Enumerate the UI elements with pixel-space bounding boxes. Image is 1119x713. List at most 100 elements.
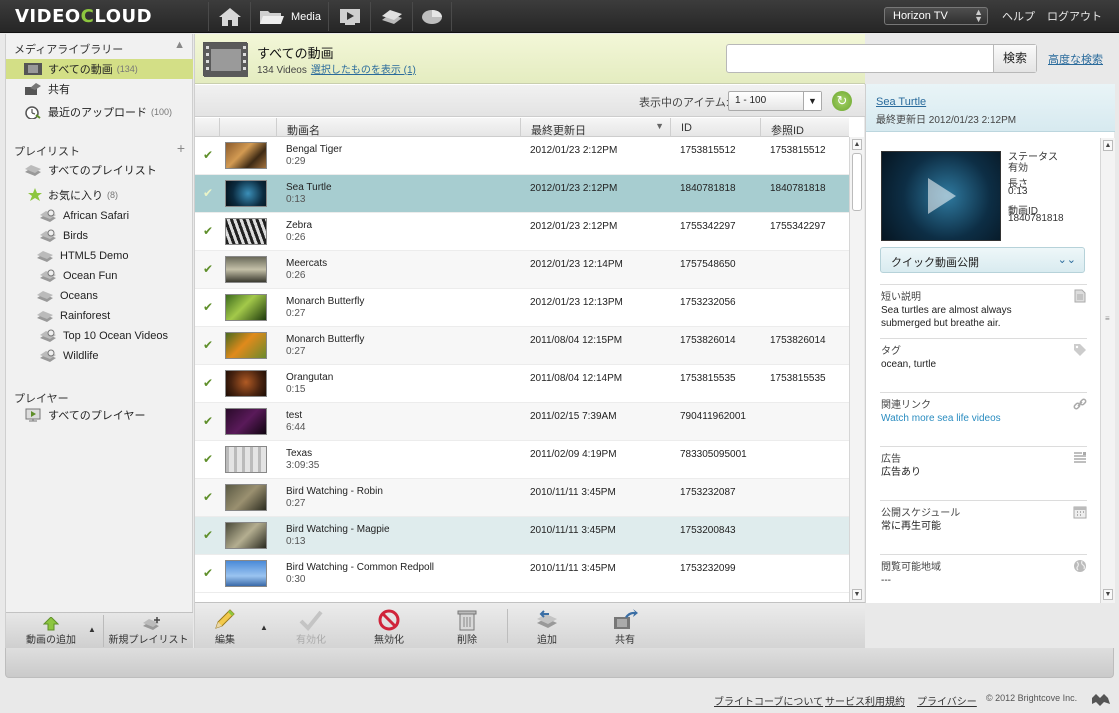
sidebar-item-playlist[interactable]: Wildlife	[6, 346, 193, 366]
add-video-button[interactable]: 動画の追加	[6, 615, 96, 647]
players-button[interactable]	[328, 2, 370, 31]
advanced-search-link[interactable]: 高度な検索	[1048, 51, 1103, 67]
sidebar-item-all-videos[interactable]: すべての動画 (134)	[6, 59, 193, 79]
detail-video-thumbnail[interactable]	[881, 151, 1001, 241]
scroll-up-icon[interactable]: ▲	[1103, 140, 1113, 151]
brightcove-logo-icon	[1092, 694, 1110, 706]
publishing-button[interactable]	[370, 2, 412, 31]
sidebar-item-playlist[interactable]: HTML5 Demo	[6, 246, 193, 266]
account-select[interactable]: Horizon TV ▲ ▼	[884, 7, 988, 25]
table-row[interactable]: ✔ Sea Turtle 0:13 2012/01/23 2:12PM 1840…	[195, 175, 849, 213]
edit-label: 編集	[215, 635, 235, 646]
schedule-field[interactable]: 公開スケジュール 常に再生可能	[880, 500, 1087, 554]
share-button[interactable]: 共有	[595, 606, 655, 648]
player-icon	[25, 408, 41, 422]
table-row[interactable]: ✔ Bird Watching - Magpie 0:13 2010/11/11…	[195, 517, 849, 555]
table-row[interactable]: ✔ Zebra 0:26 2012/01/23 2:12PM 175534229…	[195, 213, 849, 251]
scroll-down-icon[interactable]: ▼	[852, 589, 862, 600]
video-table-body: ✔ Bengal Tiger 0:29 2012/01/23 2:12PM 17…	[195, 137, 849, 601]
table-row[interactable]: ✔ Monarch Butterfly 0:27 2011/08/04 12:1…	[195, 327, 849, 365]
short-description-field[interactable]: 短い説明 Sea turtles are almost always subme…	[880, 284, 1087, 338]
add-to-playlist-button[interactable]: 追加	[517, 606, 577, 648]
sidebar-item-recent-uploads[interactable]: 最近のアップロード (100)	[6, 102, 193, 122]
checkmark-icon: ✔	[203, 148, 214, 162]
related-link[interactable]: Watch more sea life videos	[881, 412, 1061, 425]
about-brightcove-link[interactable]: ブライトコーブについて	[714, 693, 823, 708]
privacy-link[interactable]: プライバシー	[917, 693, 977, 708]
sidebar-item-count: (100)	[151, 107, 173, 117]
collapse-arrow-icon[interactable]: ▲	[174, 39, 185, 51]
video-updated: 2012/01/23 12:14PM	[530, 259, 623, 270]
tags-field[interactable]: タグ ocean, turtle	[880, 338, 1087, 392]
sidebar-item-shared[interactable]: 共有	[6, 79, 193, 99]
video-updated: 2012/01/23 2:12PM	[530, 183, 618, 194]
scroll-up-icon[interactable]: ▲	[852, 139, 862, 150]
table-row[interactable]: ✔ Bird Watching - Common Redpoll 0:30 20…	[195, 555, 849, 593]
column-id[interactable]: ID	[670, 118, 760, 137]
list-scrollbar[interactable]: ▲ ▼	[849, 137, 864, 603]
sidebar-item-playlist[interactable]: Birds	[6, 226, 193, 246]
table-row[interactable]: ✔ Orangutan 0:15 2011/08/04 12:14PM 1753…	[195, 365, 849, 403]
video-thumbnail-placeholder	[225, 446, 267, 473]
quick-publish-button[interactable]: クイック動画公開 ⌄⌄	[880, 247, 1085, 273]
video-updated: 2011/08/04 12:14PM	[530, 373, 623, 384]
sidebar-item-label: HTML5 Demo	[60, 250, 129, 262]
video-count: 134 Videos	[257, 65, 307, 76]
up-down-arrow-icon: ▲ ▼	[974, 7, 983, 24]
add-playlist-icon[interactable]: +	[177, 140, 185, 156]
add-video-menu-arrow-icon[interactable]: ▲	[88, 625, 96, 634]
table-row[interactable]: ✔ Monarch Butterfly 0:27 2012/01/23 12:1…	[195, 289, 849, 327]
calendar-icon	[1073, 506, 1087, 519]
sidebar-item-favorites[interactable]: お気に入り (8)	[6, 185, 193, 205]
sidebar-item-all-players[interactable]: すべてのプレイヤー	[6, 405, 193, 425]
sidebar-item-playlist[interactable]: Rainforest	[6, 306, 193, 326]
table-header: 動画名 最終更新日 ▼ ID 参照ID	[195, 118, 849, 137]
search-input[interactable]	[729, 47, 991, 70]
geo-restriction-field[interactable]: 閲覧可能地域 ---	[880, 554, 1087, 603]
sidebar-item-playlist[interactable]: Oceans	[6, 286, 193, 306]
scroll-down-icon[interactable]: ▼	[1103, 589, 1113, 600]
edit-menu-arrow-icon[interactable]: ▲	[260, 623, 268, 632]
delete-button[interactable]: 削除	[437, 606, 497, 648]
length-value: 0:13	[1008, 186, 1028, 197]
video-thumbnail	[225, 370, 267, 397]
refresh-icon: ↻	[836, 93, 848, 108]
terms-of-service-link[interactable]: サービス利用規約	[825, 693, 905, 708]
sidebar-item-playlist[interactable]: Ocean Fun	[6, 266, 193, 286]
table-row[interactable]: ✔ Texas 3:09:35 2011/02/09 4:19PM 783305…	[195, 441, 849, 479]
analytics-button[interactable]	[412, 2, 452, 31]
table-row[interactable]: ✔ test 6:44 2011/02/15 7:39AM 7904119620…	[195, 403, 849, 441]
video-duration: 0:27	[286, 346, 306, 357]
logout-link[interactable]: ログアウト	[1047, 8, 1102, 24]
sidebar-item-playlist[interactable]: African Safari	[6, 206, 193, 226]
video-ref-id: 1753815512	[770, 145, 826, 156]
table-row[interactable]: ✔ Bengal Tiger 0:29 2012/01/23 2:12PM 17…	[195, 137, 849, 175]
videocloud-logo[interactable]: VIDEOCLOUD	[15, 6, 152, 27]
detail-scrollbar[interactable]: ▲ ≡ ▼	[1100, 138, 1115, 603]
show-selected-link[interactable]: 選択したものを表示 (1)	[311, 65, 416, 76]
sidebar-item-count: (8)	[107, 190, 118, 200]
related-link-field[interactable]: 関連リンク Watch more sea life videos	[880, 392, 1087, 446]
sidebar-item-label: 最近のアップロード	[48, 107, 147, 119]
search-button[interactable]: 検索	[993, 45, 1036, 72]
column-updated[interactable]: 最終更新日 ▼	[520, 118, 670, 137]
sidebar-item-all-playlists[interactable]: すべてのプレイリスト	[6, 160, 193, 180]
new-playlist-button[interactable]: 新規プレイリスト	[103, 615, 193, 647]
activate-button[interactable]: 有効化	[281, 606, 341, 648]
column-ref-id[interactable]: 参照ID	[760, 118, 849, 137]
home-button[interactable]	[208, 2, 250, 31]
range-select[interactable]: 1 - 100 ▼	[728, 91, 822, 111]
sidebar-item-playlist[interactable]: Top 10 Ocean Videos	[6, 326, 193, 346]
detail-video-name-link[interactable]: Sea Turtle	[876, 96, 926, 108]
refresh-button[interactable]: ↻	[832, 91, 852, 111]
ads-field[interactable]: 広告 広告あり	[880, 446, 1087, 500]
table-row[interactable]: ✔ Bird Watching - Robin 0:27 2010/11/11 …	[195, 479, 849, 517]
toolbar-divider	[507, 609, 508, 643]
column-name[interactable]: 動画名	[276, 118, 520, 137]
scrollbar-thumb[interactable]	[852, 153, 862, 211]
help-link[interactable]: ヘルプ	[1002, 8, 1035, 24]
edit-button[interactable]: 編集	[195, 606, 255, 648]
table-row[interactable]: ✔ Meercats 0:26 2012/01/23 12:14PM 17575…	[195, 251, 849, 289]
media-button[interactable]: Media	[250, 2, 328, 31]
deactivate-button[interactable]: 無効化	[359, 606, 419, 648]
